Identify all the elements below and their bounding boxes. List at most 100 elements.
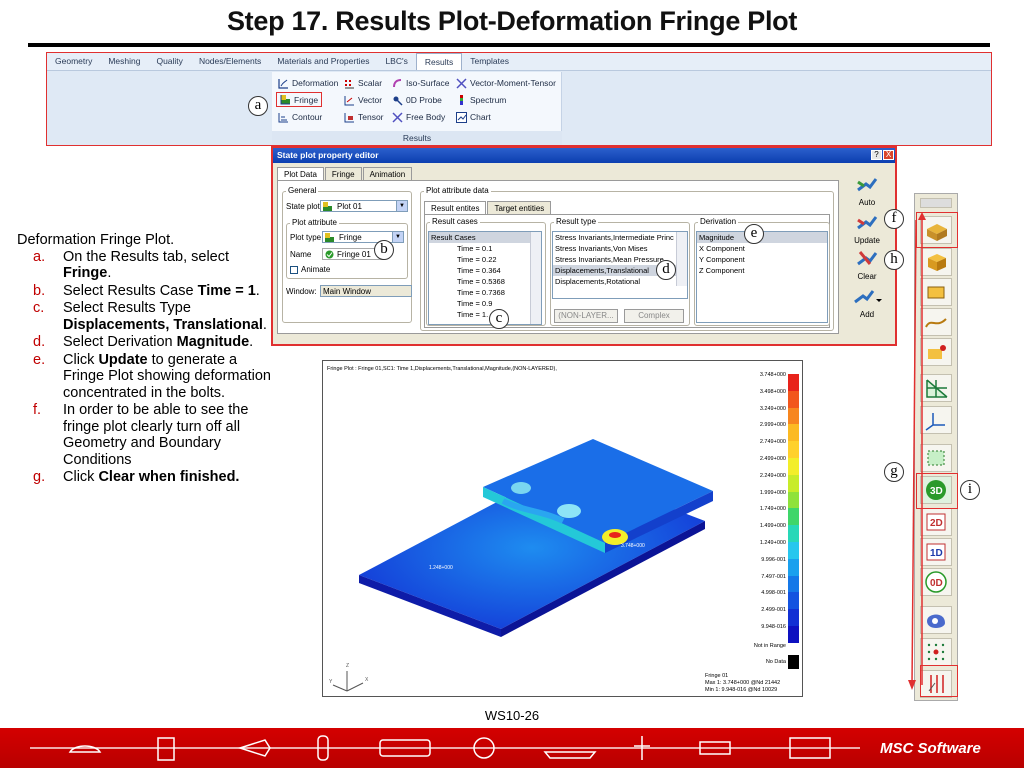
vector-moment-icon — [456, 77, 467, 89]
step-marker: b. — [33, 282, 46, 299]
fringe-button[interactable]: Fringe — [276, 92, 323, 107]
name-field[interactable]: Fringe 01 — [322, 248, 382, 260]
result-cases-scrollbar[interactable] — [530, 232, 541, 324]
result-cases-header: Result Cases — [429, 232, 541, 243]
derivation-list[interactable]: Magnitude X Component Y Component Z Comp… — [696, 231, 828, 323]
tab-materials-properties[interactable]: Materials and Properties — [269, 53, 377, 70]
footer-banner: MSC Software — [0, 728, 1024, 768]
info-line: Min 1: 9.948-016 @Nd 10029 — [705, 687, 778, 693]
legend-value: 3.748+000 — [759, 372, 786, 378]
list-item[interactable]: Time = 0.364 — [429, 265, 541, 276]
tab-nodes-elements[interactable]: Nodes/Elements — [191, 53, 269, 70]
tab-animation[interactable]: Animation — [362, 167, 413, 181]
state-plot-property-editor: State plot property editor ? X Plot Data… — [271, 146, 897, 346]
step-text: On the Results tab, select — [63, 248, 230, 265]
state-plot-value: Plot 01 — [337, 202, 362, 211]
auto-button[interactable]: Auto — [847, 174, 887, 207]
vector-moment-tensor-button[interactable]: Vector-Moment-Tensor — [456, 76, 556, 90]
plot-attribute-data-label: Plot attribute data — [424, 186, 491, 195]
tab-target-entities[interactable]: Target entities — [487, 201, 552, 215]
plot-type-select[interactable]: Fringe ▼ — [322, 231, 404, 243]
list-item[interactable]: Time = 0.5368 — [429, 276, 541, 287]
legend-value: 9.996-001 — [761, 556, 786, 563]
legend-value: 9.948-016 — [761, 624, 786, 630]
add-button[interactable]: Add — [847, 286, 887, 319]
update-button[interactable]: Update — [847, 212, 887, 245]
fringe-label: Fringe — [294, 94, 319, 105]
animate-label: Animate — [301, 265, 331, 274]
legend-swatch — [788, 441, 799, 458]
list-item[interactable]: X Component — [697, 243, 827, 254]
animate-checkbox[interactable]: Animate — [290, 265, 330, 274]
vector-icon — [344, 95, 354, 105]
bolt-head — [557, 504, 581, 518]
callout-g: g — [884, 462, 904, 482]
title-divider — [28, 43, 990, 47]
list-item[interactable]: Stress Invariants,Von Mises — [553, 243, 687, 254]
callout-e: e — [744, 224, 764, 244]
tab-meshing[interactable]: Meshing — [100, 53, 148, 70]
contour-button[interactable]: Contour — [278, 110, 322, 124]
tab-templates[interactable]: Templates — [462, 53, 517, 70]
spectrum-button[interactable]: Spectrum — [456, 93, 506, 107]
complex-button[interactable]: Complex — [624, 309, 684, 323]
step-marker: e. — [33, 351, 46, 368]
legend-swatch — [788, 654, 799, 669]
tab-lbcs[interactable]: LBC's — [377, 53, 415, 70]
deformation-button[interactable]: Deformation — [278, 76, 338, 90]
non-layer-button[interactable]: (NON-LAYER... — [554, 309, 618, 323]
chart-button[interactable]: Chart — [456, 110, 491, 124]
list-item[interactable]: Z Component — [697, 265, 827, 276]
state-plot-select[interactable]: Plot 01 ▼ — [320, 200, 408, 212]
close-button[interactable]: X — [883, 150, 894, 160]
free-body-label: Free Body — [406, 112, 446, 122]
legend-swatch — [788, 592, 799, 610]
step-text: Select Results Type — [63, 300, 191, 316]
scalar-button[interactable]: Scalar — [344, 76, 382, 90]
legend-swatch — [788, 525, 799, 542]
bolt-max-spot — [609, 532, 621, 538]
tab-plot-data[interactable]: Plot Data — [277, 167, 324, 181]
help-button[interactable]: ? — [871, 150, 882, 160]
tab-geometry[interactable]: Geometry — [47, 53, 100, 70]
tab-fringe[interactable]: Fringe — [324, 167, 362, 181]
not-in-range-label: Not in Range — [753, 642, 786, 649]
list-item[interactable]: Time = 0.22 — [429, 254, 541, 265]
list-item[interactable]: Time = 1. — [429, 309, 541, 320]
list-item[interactable]: Stress Invariants,Intermediate Princ — [553, 232, 687, 243]
window-field[interactable]: Main Window — [320, 285, 412, 297]
list-item[interactable]: Time = 0.1 — [429, 243, 541, 254]
chevron-down-icon: ▼ — [396, 201, 407, 211]
tab-results[interactable]: Results — [415, 53, 463, 70]
scalar-icon — [345, 79, 354, 88]
legend-swatch — [788, 609, 799, 626]
plot-type-value: Fringe — [339, 233, 362, 242]
info-line: Max 1: 3.748+000 @Nd 21442 — [705, 680, 781, 686]
vector-button[interactable]: Vector — [344, 93, 382, 107]
list-item[interactable]: Time = 0.9 — [429, 298, 541, 309]
state-plot-icon — [323, 202, 332, 211]
sub-tabs: Result entites Target entities — [424, 201, 552, 215]
clear-button[interactable]: Clear — [847, 248, 887, 281]
clear-icon — [857, 251, 878, 266]
bolt-head — [511, 482, 531, 494]
checkbox-box[interactable] — [290, 265, 298, 274]
tab-result-entities[interactable]: Result entites — [424, 201, 487, 215]
list-item[interactable]: Time = 0.7368 — [429, 287, 541, 298]
list-item[interactable]: Y Component — [697, 254, 827, 265]
iso-surface-button[interactable]: Iso-Surface — [392, 76, 449, 90]
legend-value: 2.999+000 — [759, 422, 786, 429]
free-body-button[interactable]: Free Body — [392, 110, 445, 124]
callout-i: i — [960, 480, 980, 500]
tab-quality[interactable]: Quality — [148, 53, 190, 70]
brand-logo: MSC Software — [880, 740, 981, 757]
step-text: In order to be able to see the fringe pl… — [63, 402, 249, 468]
tensor-button[interactable]: Tensor — [344, 110, 384, 124]
contour-icon — [278, 112, 288, 122]
0d-probe-button[interactable]: 0D Probe — [392, 93, 442, 107]
plot-type-icon — [325, 233, 334, 242]
dialog-tabs: Plot Data Fringe Animation — [277, 167, 413, 181]
result-cases-list[interactable]: Result Cases Time = 0.1 Time = 0.22 Time… — [428, 231, 542, 325]
result-type-scrollbar[interactable] — [676, 232, 687, 286]
fringe-plot-viewport[interactable]: Fringe Plot : Fringe 01,SC1: Time 1,Disp… — [322, 360, 803, 697]
